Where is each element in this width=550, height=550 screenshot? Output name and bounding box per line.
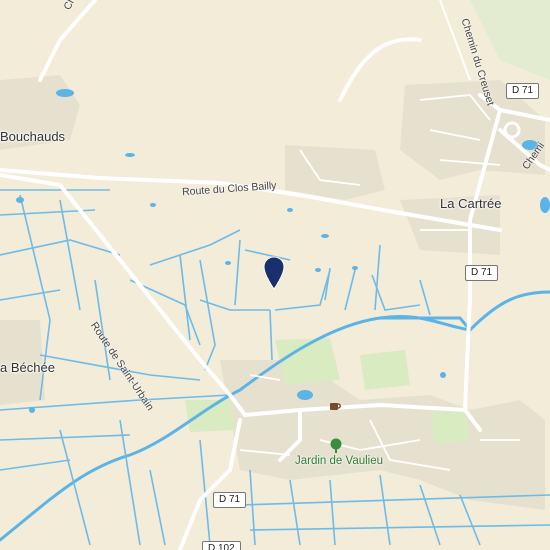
place-label-bouchauds: Bouchauds xyxy=(0,129,66,144)
road-shield-d71-bottom: D 71 xyxy=(213,492,247,508)
location-pin-icon[interactable] xyxy=(263,256,285,290)
road-shield-d102: D 102 xyxy=(202,541,241,550)
poi-label-jardin-de-vaulieu[interactable]: Jardin de Vaulieu xyxy=(295,455,383,467)
road-shield-d71-mid: D 71 xyxy=(465,265,499,281)
cafe-icon[interactable] xyxy=(328,399,342,413)
place-label-la-cartree: La Cartrée xyxy=(440,196,502,211)
map-canvas[interactable]: Bouchauds La Cartrée a Béchée Route du C… xyxy=(0,0,550,550)
tree-icon[interactable] xyxy=(329,438,343,454)
road-shield-d71-top: D 71 xyxy=(506,83,540,99)
place-label-bechee: a Béchée xyxy=(0,360,55,375)
